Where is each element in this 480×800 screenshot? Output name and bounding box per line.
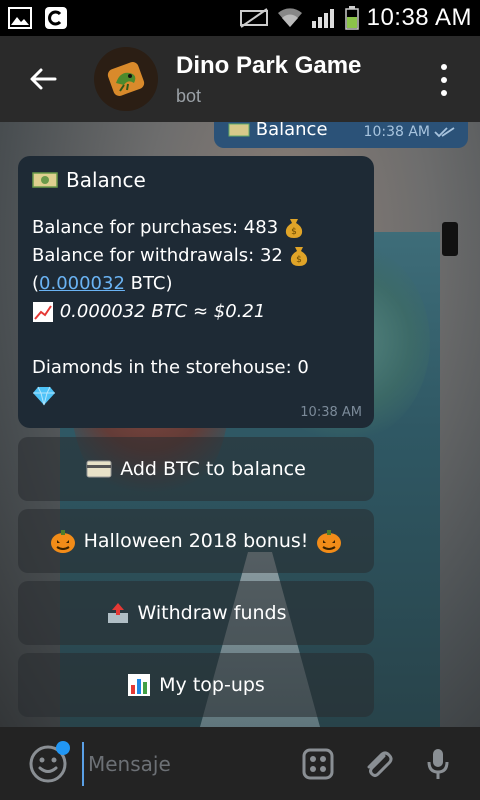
withdrawals-label: Balance for withdrawals: (32, 245, 255, 266)
purchases-value: 483 (243, 217, 279, 238)
dino-logo-icon (107, 62, 145, 96)
money-icon (32, 170, 58, 190)
diamond-icon (32, 386, 56, 406)
emoji-button[interactable] (18, 727, 78, 800)
purchases-label: Balance for purchases: (32, 217, 239, 238)
btc-open-paren: ( (32, 273, 40, 294)
microphone-icon (427, 748, 449, 779)
message-title: Balance (32, 168, 360, 192)
binder-clip (442, 222, 458, 256)
credit-card-icon (86, 460, 112, 478)
withdraw-funds-button[interactable]: Withdraw funds (18, 581, 374, 645)
c-app-icon (44, 6, 68, 30)
chat-title: Dino Park Game (176, 51, 362, 79)
withdrawals-line: Balance for withdrawals: 32 $ (32, 242, 360, 270)
outgoing-message[interactable]: Balance 10:38 AM (214, 122, 468, 148)
battery-icon (344, 6, 359, 30)
double-check-icon (434, 127, 455, 138)
menu-dot (441, 90, 447, 96)
nfc-muted-icon (239, 7, 269, 29)
image-icon (8, 7, 32, 29)
paperclip-icon (367, 751, 393, 777)
menu-dot (441, 77, 447, 83)
message-input[interactable] (82, 741, 272, 786)
more-options-button[interactable] (432, 64, 456, 96)
message-time: 10:38 AM (300, 405, 362, 420)
diamonds-value: 0 (297, 357, 309, 378)
rate-text: 0.000032 BTC ≈ $0.21 (59, 301, 266, 322)
money-icon (228, 123, 250, 137)
withdrawals-value: 32 (259, 245, 283, 266)
chat-title-block[interactable]: Dino Park Game bot (176, 52, 361, 107)
withdraw-funds-label: Withdraw funds (137, 602, 287, 624)
message-title-text: Balance (66, 168, 146, 192)
avatar[interactable] (94, 47, 158, 111)
message-body: Balance for purchases: 483 $ Balance for… (32, 214, 360, 410)
money-bag-icon: $ (289, 245, 309, 267)
rate-line: 0.000032 BTC ≈ $0.21 (32, 298, 360, 326)
outgoing-text-label: Balance (255, 122, 328, 140)
halloween-bonus-button[interactable]: Halloween 2018 bonus! (18, 509, 374, 573)
outgoing-text: Balance (228, 122, 364, 140)
purchases-line: Balance for purchases: 483 $ (32, 214, 360, 242)
btc-line: (0.000032 BTC) (32, 270, 360, 298)
btc-amount-link[interactable]: 0.000032 (39, 273, 125, 294)
add-btc-label: Add BTC to balance (120, 458, 306, 480)
grid-icon (302, 748, 334, 779)
bot-commands-button[interactable] (300, 746, 336, 782)
menu-dot (441, 64, 447, 70)
arrow-left-icon (30, 68, 57, 90)
outgoing-meta: 10:38 AM (364, 124, 456, 140)
notification-dot (56, 741, 70, 755)
chat-header: Dino Park Game bot (0, 36, 480, 122)
svg-text:$: $ (291, 227, 297, 237)
message-input-bar (0, 727, 480, 800)
status-time: 10:38 AM (366, 4, 472, 31)
attach-button[interactable] (360, 746, 396, 782)
money-bag-icon: $ (284, 217, 304, 239)
bar-chart-icon (127, 673, 151, 697)
signal-icon (311, 7, 337, 29)
wifi-icon (277, 7, 303, 29)
pumpkin-icon (50, 528, 76, 554)
chat-subtitle: bot (176, 85, 202, 106)
diamonds-line: Diamonds in the storehouse: 0 (32, 354, 360, 382)
diamonds-label: Diamonds in the storehouse: (32, 357, 292, 378)
back-button[interactable] (0, 36, 86, 122)
pumpkin-icon (316, 528, 342, 554)
svg-text:$: $ (296, 255, 302, 265)
btc-unit: BTC) (124, 273, 173, 294)
add-btc-button[interactable]: Add BTC to balance (18, 437, 374, 501)
my-topups-label: My top-ups (159, 674, 265, 696)
microphone-button[interactable] (420, 746, 456, 782)
outgoing-time: 10:38 AM (363, 124, 430, 140)
outbox-icon (106, 601, 130, 625)
chat-area[interactable]: Balance 10:38 AM Balance Balance for pur… (0, 122, 480, 727)
incoming-message[interactable]: Balance Balance for purchases: 483 $ Bal… (18, 156, 374, 428)
status-bar: 10:38 AM (0, 0, 480, 36)
halloween-bonus-label: Halloween 2018 bonus! (83, 530, 309, 552)
my-topups-button[interactable]: My top-ups (18, 653, 374, 717)
chart-increasing-icon (32, 301, 54, 323)
